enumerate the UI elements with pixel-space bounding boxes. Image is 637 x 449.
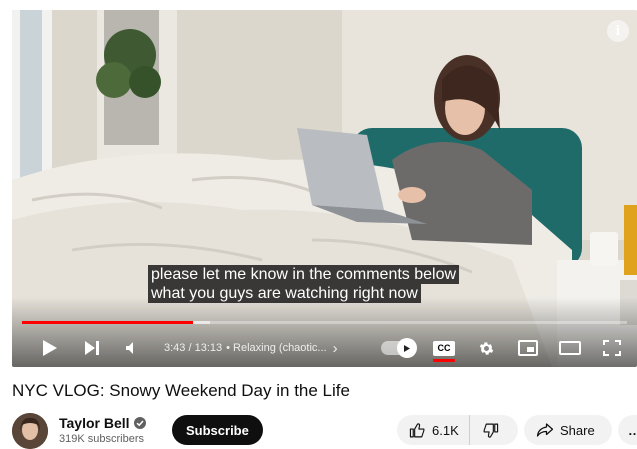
like-count: 6.1K xyxy=(432,422,459,438)
share-label: Share xyxy=(560,422,595,438)
captions-icon: CC xyxy=(433,340,455,362)
time-display: 3:43 / 13:13 xyxy=(164,342,222,354)
volume-button[interactable] xyxy=(114,332,150,364)
play-icon xyxy=(43,340,57,356)
channel-row: Taylor Bell 319K subscribers Subscribe 6… xyxy=(12,411,637,449)
time-separator: / xyxy=(188,342,192,354)
more-icon: … xyxy=(628,423,637,438)
info-icon: i xyxy=(615,23,621,39)
captions-label: CC xyxy=(437,343,451,353)
fullscreen-icon xyxy=(603,340,621,356)
duration: 13:13 xyxy=(194,342,223,354)
channel-name[interactable]: Taylor Bell xyxy=(59,415,146,431)
subscribe-button[interactable]: Subscribe xyxy=(172,415,263,445)
caption-line: please let me know in the comments below xyxy=(148,265,460,284)
captions-button[interactable]: CC xyxy=(423,332,465,364)
theater-icon xyxy=(559,341,581,355)
progress-played xyxy=(22,321,194,324)
subscriber-count: 319K subscribers xyxy=(59,433,144,445)
autoplay-toggle-icon xyxy=(381,338,417,358)
video-player[interactable]: i please let me know in the comments bel… xyxy=(12,10,637,367)
dislike-button[interactable] xyxy=(470,415,511,445)
share-icon xyxy=(536,423,554,437)
info-button[interactable]: i xyxy=(607,20,629,42)
share-button[interactable]: Share xyxy=(524,415,612,445)
miniplayer-icon xyxy=(518,340,538,356)
more-actions-button[interactable]: … xyxy=(618,415,637,445)
autoplay-toggle[interactable] xyxy=(381,332,423,364)
autoplay-knob xyxy=(397,338,417,358)
like-button[interactable]: 6.1K xyxy=(397,415,470,445)
progress-bar[interactable] xyxy=(22,321,627,324)
chapter-title[interactable]: • Relaxing (chaotic... xyxy=(226,342,326,354)
player-controls: 3:43 / 13:13 • Relaxing (chaotic... › CC xyxy=(12,332,637,364)
avatar-image xyxy=(12,413,48,449)
current-time: 3:43 xyxy=(164,342,186,354)
miniplayer-button[interactable] xyxy=(507,332,549,364)
verified-icon xyxy=(133,417,146,429)
fullscreen-button[interactable] xyxy=(591,332,633,364)
settings-button[interactable] xyxy=(465,332,507,364)
channel-avatar[interactable] xyxy=(12,413,48,449)
like-dislike-group: 6.1K xyxy=(397,415,518,445)
settings-icon xyxy=(479,341,493,355)
video-title: NYC VLOG: Snowy Weekend Day in the Life xyxy=(12,381,350,400)
theater-button[interactable] xyxy=(549,332,591,364)
volume-icon xyxy=(126,342,133,354)
play-button[interactable] xyxy=(30,332,70,364)
autoplay-play-icon xyxy=(404,344,410,352)
captions-active-indicator xyxy=(433,358,455,362)
thumbs-down-icon xyxy=(483,423,498,438)
next-button[interactable] xyxy=(72,332,112,364)
thumbs-up-icon xyxy=(409,422,425,437)
next-icon xyxy=(85,341,99,355)
chapter-chevron-icon[interactable]: › xyxy=(333,340,338,357)
channel-name-text: Taylor Bell xyxy=(59,415,130,431)
